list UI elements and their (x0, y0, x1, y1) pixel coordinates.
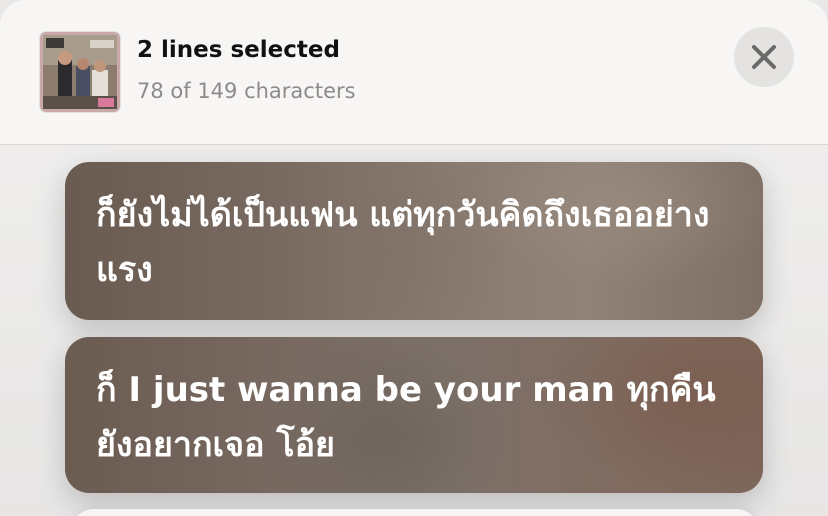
lyric-line-text: ก็ยังไม่ได้เป็นแฟน แต่ทุกวันคิดถึงเธออย่… (96, 195, 710, 290)
close-icon (752, 45, 776, 69)
lyric-line-card[interactable]: ก็ยังไม่ได้เป็นแฟน แต่ทุกวันคิดถึงเธออย่… (65, 162, 763, 320)
lyrics-list: ก็ยังไม่ได้เป็นแฟน แต่ทุกวันคิดถึงเธออย่… (0, 145, 828, 516)
lyric-line-card[interactable]: ก็ I just wanna be your man ทุกคืนยังอยา… (65, 337, 763, 493)
lyric-line-text: ก็ I just wanna be your man ทุกคืนยังอยา… (96, 370, 716, 465)
album-artwork (40, 32, 120, 112)
close-button[interactable] (734, 27, 794, 87)
share-lyrics-sheet: 2 lines selected 78 of 149 characters ก็… (0, 0, 828, 516)
sheet-header: 2 lines selected 78 of 149 characters (0, 0, 828, 145)
character-count: 78 of 149 characters (137, 79, 356, 103)
lyric-line-card-next[interactable] (70, 509, 760, 516)
selection-title: 2 lines selected (137, 37, 340, 63)
